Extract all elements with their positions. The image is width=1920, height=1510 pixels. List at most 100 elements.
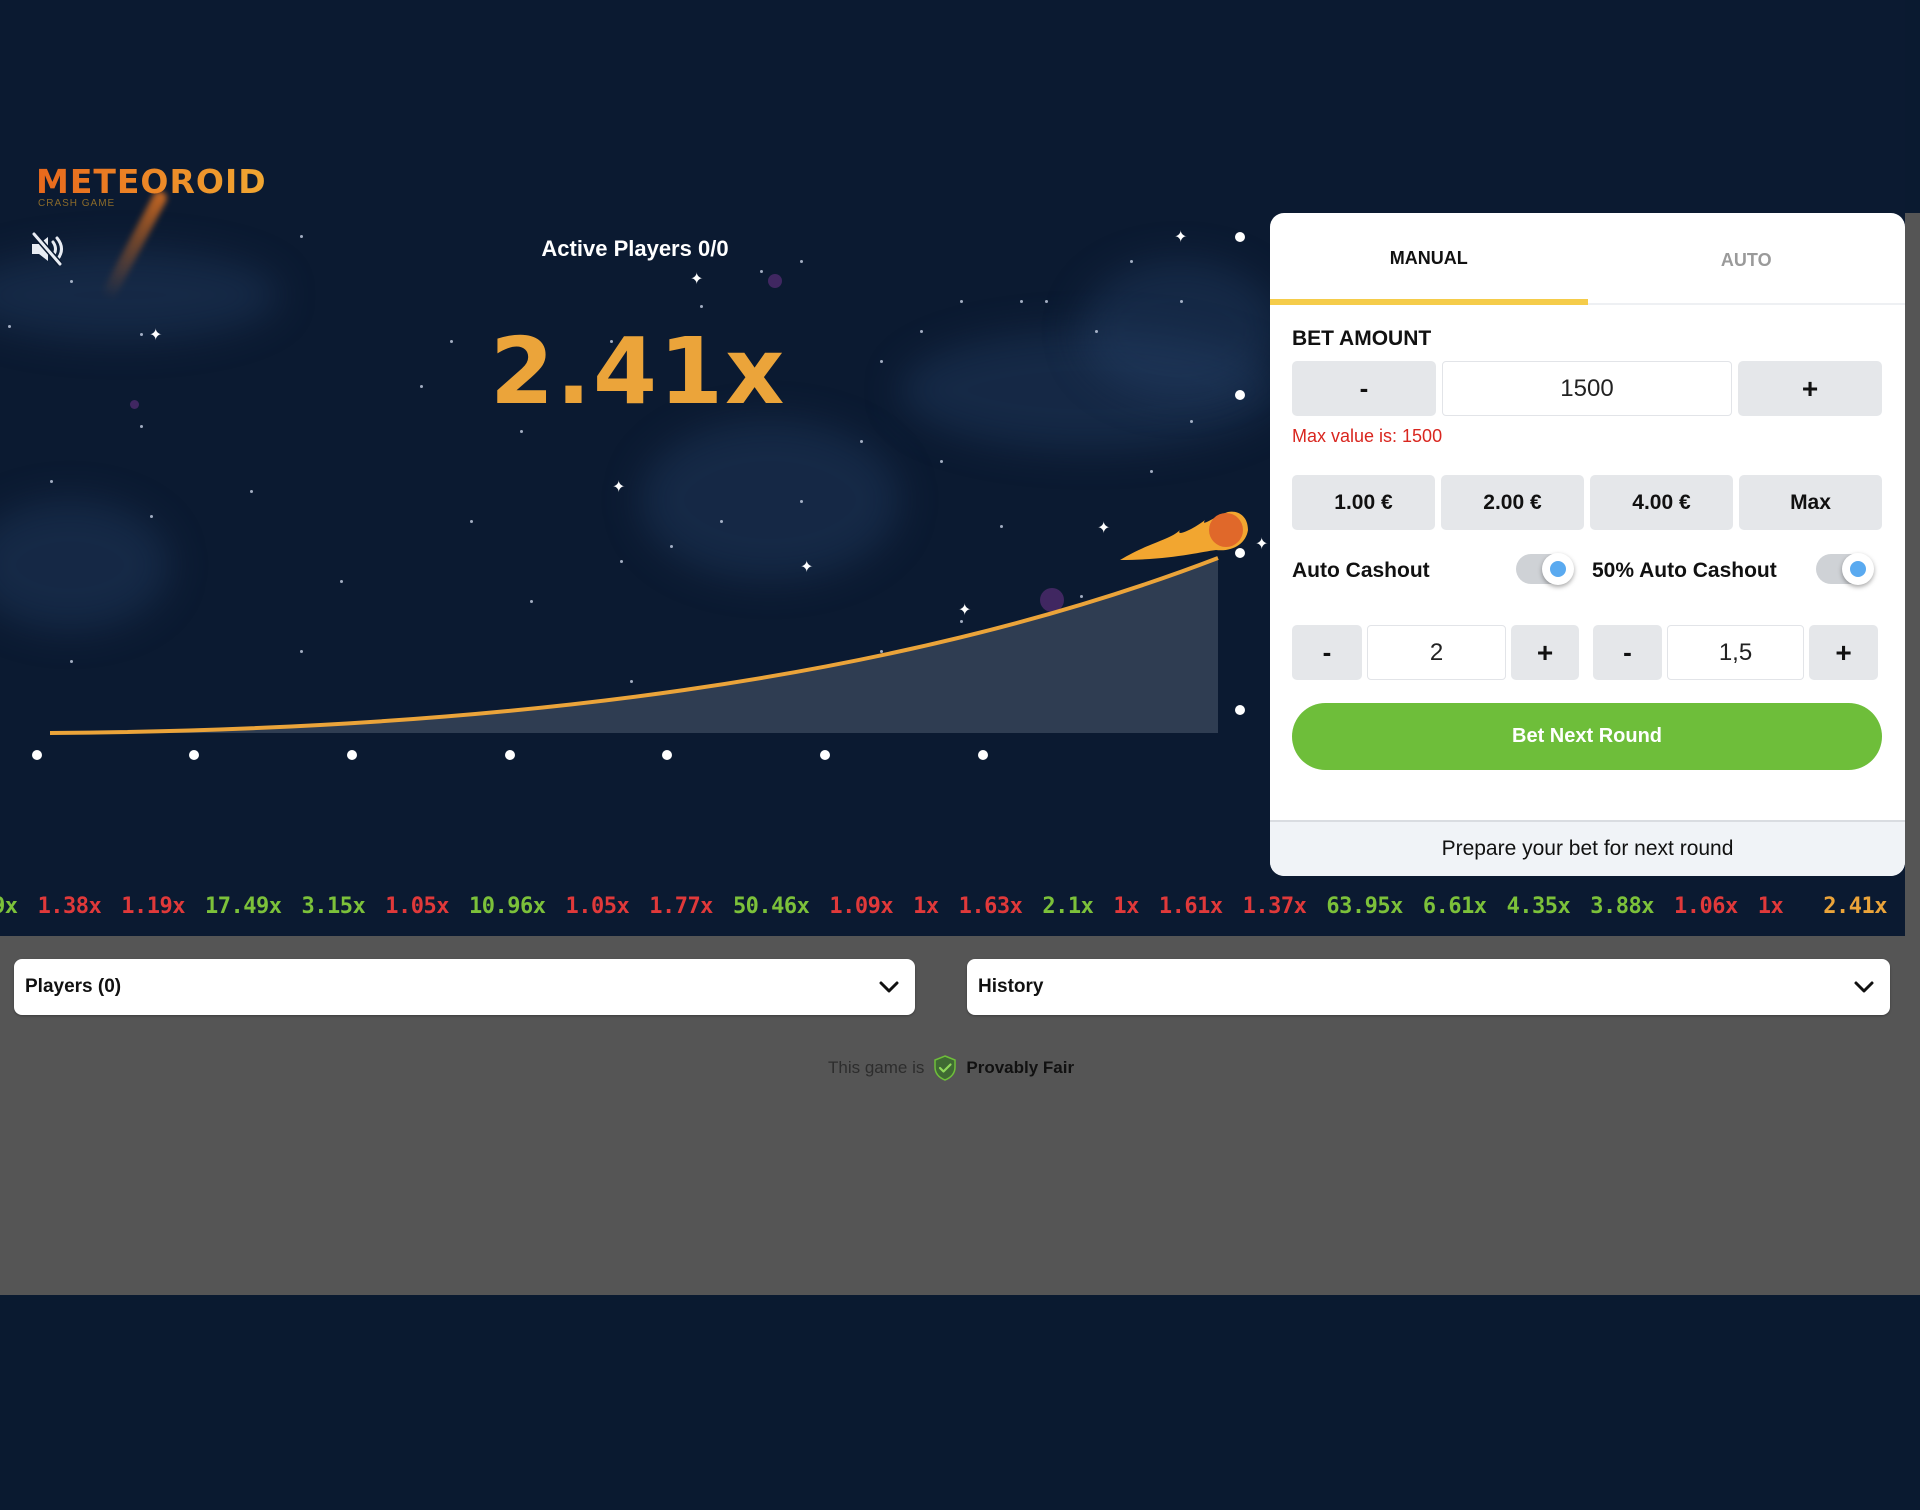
star — [860, 440, 863, 443]
curve-area — [50, 558, 1218, 733]
x-axis-dot — [32, 750, 42, 760]
bet-decrement-button[interactable]: - — [1292, 361, 1436, 416]
star — [520, 430, 523, 433]
bet-next-round-button[interactable]: Bet Next Round — [1292, 703, 1882, 770]
bet-panel: MANUAL AUTO BET AMOUNT - 1500 + Max valu… — [1270, 213, 1905, 876]
history-accordion[interactable]: History — [967, 959, 1890, 1015]
auto-cashout-increment[interactable]: + — [1511, 625, 1579, 680]
tab-manual[interactable]: MANUAL — [1270, 213, 1588, 305]
bet-increment-button[interactable]: + — [1738, 361, 1882, 416]
bet-amount-input[interactable]: 1500 — [1442, 361, 1732, 416]
star — [1150, 470, 1153, 473]
tab-auto[interactable]: AUTO — [1588, 213, 1906, 303]
star — [800, 260, 803, 263]
nebula-cloud — [1080, 260, 1280, 400]
x-axis-dot — [820, 750, 830, 760]
x-axis-dot — [189, 750, 199, 760]
planet-decor — [130, 400, 139, 409]
history-multiplier: 1.38x — [37, 893, 102, 919]
half-auto-cashout-label: 50% Auto Cashout — [1592, 559, 1777, 582]
auto-cashout-toggle[interactable] — [1516, 553, 1574, 585]
half-auto-cashout-stepper: - 1,5 + — [1593, 625, 1878, 680]
y-axis-dot — [1235, 705, 1245, 715]
meteor — [1120, 511, 1248, 560]
star — [70, 280, 73, 283]
bet-amount-label: BET AMOUNT — [1292, 327, 1432, 350]
history-multiplier: 1.19x — [121, 893, 186, 919]
y-axis-dot — [1235, 232, 1245, 242]
x-axis-dot — [505, 750, 515, 760]
players-accordion-label: Players (0) — [25, 976, 122, 997]
star — [8, 325, 11, 328]
history-multiplier: 1.05x — [385, 893, 449, 919]
star — [420, 385, 423, 388]
provably-fair-link[interactable]: Provably Fair — [966, 1058, 1074, 1078]
bet-mode-tabs: MANUAL AUTO — [1270, 213, 1905, 305]
quick-amount-2[interactable]: 2.00 € — [1441, 475, 1584, 530]
crash-graph — [49, 511, 1248, 735]
star — [920, 330, 923, 333]
auto-cashout-stepper: - 2 + — [1292, 625, 1579, 680]
star — [140, 425, 143, 428]
auto-cashout-label: Auto Cashout — [1292, 559, 1430, 582]
current-round-multiplier: 2.41x — [1823, 893, 1887, 919]
star — [940, 460, 943, 463]
chevron-down-icon — [879, 981, 899, 993]
meteor-core — [1209, 513, 1243, 547]
x-axis-dot — [347, 750, 357, 760]
history-multiplier: 1.37x — [1242, 893, 1307, 919]
star — [760, 270, 763, 273]
star — [1020, 300, 1023, 303]
history-multiplier: 4.35x — [1506, 893, 1571, 919]
half-auto-cashout-toggle[interactable] — [1816, 553, 1874, 585]
history-multiplier: 17.49x — [205, 893, 282, 919]
volume-mute-icon — [31, 232, 63, 266]
page: ✦ ✦ ✦ ✦ ✦ ✦ ✦ ✦ METEOROID CRASH GAME Active Pla… — [0, 0, 1920, 1510]
sparkle-star: ✦ — [1174, 229, 1188, 246]
star — [1045, 300, 1048, 303]
half-auto-cashout-increment[interactable]: + — [1809, 625, 1878, 680]
x-axis-dot — [662, 750, 672, 760]
mute-button[interactable] — [26, 228, 68, 270]
auto-cashout-decrement[interactable]: - — [1292, 625, 1362, 680]
planet-decor — [768, 274, 782, 288]
history-multiplier: 1x — [1757, 893, 1784, 919]
toggle-knob — [1542, 553, 1574, 585]
star — [1190, 420, 1193, 423]
star — [700, 305, 703, 308]
history-multiplier: 2.1x — [1042, 893, 1094, 919]
page-background-strip — [1905, 213, 1920, 936]
history-multiplier: 1.05x — [565, 893, 630, 919]
bet-amount-stepper: - 1500 + — [1292, 361, 1882, 416]
star — [300, 235, 303, 238]
star — [140, 333, 143, 336]
y-axis-dot — [1235, 548, 1245, 558]
quick-amount-max[interactable]: Max — [1739, 475, 1882, 530]
active-players-count: Active Players 0/0 — [541, 236, 729, 261]
star — [1095, 330, 1098, 333]
history-multiplier: 1.61x — [1158, 893, 1223, 919]
half-auto-cashout-input[interactable]: 1,5 — [1667, 625, 1804, 680]
auto-cashout-input[interactable]: 2 — [1367, 625, 1506, 680]
multiplier-history-ticker: 1.09x 1.38x 1.19x 17.49x 3.15x 1.05x 10.96x 1.0… — [0, 876, 1905, 936]
history-multiplier: 1.06x — [1674, 893, 1738, 919]
quick-amount-1[interactable]: 1.00 € — [1292, 475, 1435, 530]
provably-fair-notice: This game is Provably Fair — [828, 1054, 1074, 1082]
players-accordion[interactable]: Players (0) — [14, 959, 915, 1015]
quick-amount-4[interactable]: 4.00 € — [1590, 475, 1733, 530]
sparkle-star: ✦ — [149, 327, 163, 344]
star — [960, 300, 963, 303]
history-multiplier: 3.15x — [301, 893, 366, 919]
history-multiplier: 1x — [913, 893, 939, 919]
history-multiplier: 1.09x — [829, 893, 894, 919]
logo-title: METEOROID — [36, 162, 267, 201]
shield-check-icon — [934, 1055, 957, 1081]
history-multiplier: 3.88x — [1590, 893, 1655, 919]
logo: METEOROID CRASH GAME — [36, 162, 267, 302]
history-multiplier: 6.61x — [1422, 893, 1487, 919]
half-auto-cashout-decrement[interactable]: - — [1593, 625, 1662, 680]
round-status-message: Prepare your bet for next round — [1270, 820, 1905, 876]
toggle-knob — [1842, 553, 1874, 585]
star — [1180, 300, 1183, 303]
star — [880, 360, 883, 363]
